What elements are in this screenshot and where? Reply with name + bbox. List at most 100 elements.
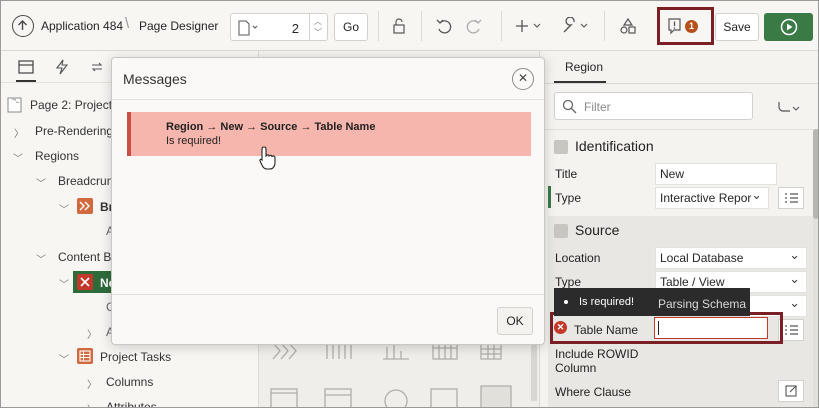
chevron-down-icon[interactable]: ﹀ <box>59 351 69 366</box>
alert-message-icon <box>668 18 681 35</box>
scrollbar-thumb[interactable] <box>813 129 818 219</box>
create-menu-button[interactable] <box>515 15 545 37</box>
include-rowid-label-2: Column <box>555 361 597 375</box>
type-label: Type <box>555 191 582 205</box>
stepper-up-icon[interactable]: ︿ <box>314 16 322 27</box>
chevron-down-icon[interactable]: ﹀ <box>13 150 23 165</box>
error-text: Is required! <box>166 135 222 147</box>
message-count-badge: 1 <box>685 20 698 33</box>
play-icon <box>780 18 797 36</box>
close-icon <box>80 277 90 287</box>
table-name-input[interactable] <box>654 317 768 339</box>
section-identification[interactable]: Identification <box>550 134 818 160</box>
page-icon <box>238 20 258 36</box>
undo-button[interactable] <box>433 15 455 37</box>
error-path[interactable]: Region → New → Source → Table Name <box>166 121 375 133</box>
tree-breadcrumb-bar[interactable]: Breadcrum <box>58 174 117 188</box>
breadcrumb-separator: \ <box>125 15 130 32</box>
chevron-down-icon[interactable]: ﹀ <box>36 175 46 190</box>
type-select[interactable]: Interactive Repor <box>655 187 769 209</box>
shapes-icon <box>620 17 636 34</box>
rendering-icon <box>18 60 34 74</box>
where-clause-expand-button[interactable] <box>778 380 804 402</box>
chevron-right-icon[interactable]: 〉 <box>87 376 97 391</box>
undo-icon <box>436 19 452 34</box>
messages-button[interactable] <box>664 15 686 37</box>
toolbar-divider <box>501 11 502 41</box>
external-link-icon <box>785 385 797 397</box>
grid-icon <box>480 342 502 360</box>
tree-columns[interactable]: Columns <box>106 375 153 389</box>
section-title: Source <box>575 222 620 238</box>
chevron-down-icon[interactable]: ﹀ <box>59 276 69 291</box>
tab-rendering[interactable] <box>18 60 34 77</box>
dialog-header-divider <box>112 99 544 100</box>
breadcrumb-region-icon <box>77 198 93 214</box>
go-button[interactable]: Go <box>334 13 368 41</box>
page-selector[interactable]: 2 ︿ ﹀ <box>230 13 328 41</box>
chevron-right-icon[interactable]: 〉 <box>87 401 97 407</box>
collapse-icon <box>554 140 568 154</box>
title-label: Title <box>555 167 578 181</box>
tooltip-text: Is required! <box>579 296 635 308</box>
save-button[interactable]: Save <box>715 13 759 41</box>
where-clause-label: Where Clause <box>555 385 632 399</box>
breadcrumb-icon <box>272 342 297 360</box>
chevron-right-icon[interactable]: 〉 <box>14 125 24 140</box>
redo-button[interactable] <box>463 15 485 37</box>
source-type-label: Type <box>555 275 582 289</box>
tab-processing[interactable] <box>89 59 105 78</box>
dialog-title: Messages <box>123 71 187 87</box>
tree-page-node[interactable]: Page 2: Projects <box>30 98 118 112</box>
type-list-button[interactable] <box>778 187 804 209</box>
app-name-link[interactable]: Application 484 <box>41 19 123 33</box>
active-tab-indicator <box>16 80 36 82</box>
chevron-right-icon[interactable]: 〉 <box>87 326 97 341</box>
lock-page-button[interactable] <box>388 15 410 37</box>
section-source[interactable]: Source <box>550 218 818 244</box>
tree-attributes[interactable]: Attributes <box>106 400 157 407</box>
chevron-down-icon[interactable]: ﹀ <box>36 251 46 266</box>
error-message-item[interactable]: Region → New → Source → Table Name Is re… <box>127 112 531 156</box>
tab-region[interactable]: Region <box>565 60 603 74</box>
page-number-stepper[interactable]: ︿ ﹀ <box>309 14 327 40</box>
filter-placeholder: Filter <box>584 100 611 114</box>
app-home-button[interactable] <box>12 15 34 37</box>
chevron-down-icon[interactable]: ﹀ <box>59 201 69 216</box>
title-field[interactable]: New <box>655 163 777 185</box>
tree-content-body[interactable]: Content Bo <box>58 250 118 264</box>
close-icon: ✕ <box>517 71 529 85</box>
location-select[interactable]: Local Database <box>655 247 807 269</box>
property-scrollbar[interactable] <box>813 129 818 407</box>
toolbar-divider <box>378 11 379 41</box>
redo-icon <box>466 19 482 34</box>
list-icon <box>785 193 798 203</box>
plus-icon <box>516 20 541 32</box>
shared-components-button[interactable] <box>617 15 639 37</box>
error-icon: ✕ <box>554 321 567 334</box>
stepper-down-icon[interactable]: ﹀ <box>314 27 322 38</box>
utilities-menu-button[interactable] <box>561 15 591 37</box>
location-label: Location <box>555 251 601 265</box>
double-chevron-icon <box>79 201 90 211</box>
include-rowid-label: Include ROWID <box>555 347 639 361</box>
page-number-input[interactable]: 2 <box>292 21 299 36</box>
tree-project-tasks[interactable]: Project Tasks <box>100 350 171 364</box>
refresh-icon <box>91 62 103 72</box>
collapse-icon <box>554 224 568 238</box>
table-icon <box>79 350 91 362</box>
toolbar-divider <box>604 11 605 41</box>
text-caret <box>658 321 659 335</box>
run-page-button[interactable] <box>764 13 813 41</box>
ok-button[interactable]: OK <box>497 307 533 335</box>
goto-arrow-icon <box>778 102 800 112</box>
tooltip-underlying-value: Parsing Schema <box>658 297 747 311</box>
required-tooltip: Is required! Parsing Schema <box>554 288 750 316</box>
go-to-group-button[interactable] <box>776 99 804 118</box>
property-editor: Region Filter Identification Title New T… <box>539 51 818 407</box>
tab-dynamic-actions[interactable] <box>55 59 69 78</box>
tree-pre-rendering[interactable]: Pre-Rendering <box>35 124 113 138</box>
tree-regions[interactable]: Regions <box>35 149 79 163</box>
filter-input[interactable]: Filter <box>554 92 753 120</box>
dialog-close-button[interactable]: ✕ <box>512 68 534 90</box>
